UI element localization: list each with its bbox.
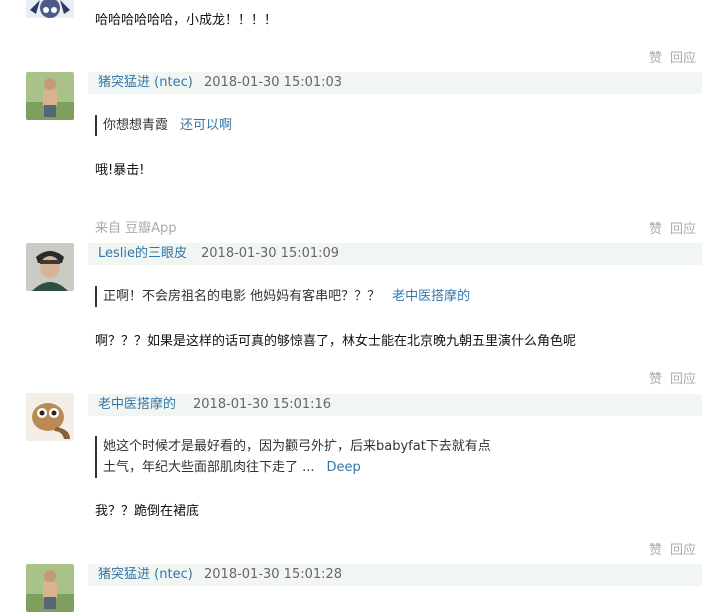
quote-text: 土气，年纪大些面部肌肉往下走了 ... bbox=[103, 460, 315, 475]
author-link[interactable]: 猪突猛进 (ntec) bbox=[98, 72, 193, 94]
quoted-comment: 她这个时候才是最好看的，因为颧弓外扩，后来babyfat下去就有点 土气，年纪大… bbox=[95, 436, 491, 478]
author-handle: (ntec) bbox=[154, 75, 193, 90]
timestamp: 2018-01-30 15:01:09 bbox=[201, 246, 340, 261]
comment-text: 哦!暴击! bbox=[95, 163, 145, 178]
quote-text: 她这个时候才是最好看的，因为颧弓外扩，后来babyfat下去就有点 bbox=[103, 439, 491, 454]
reply-button[interactable]: 回应 bbox=[670, 222, 696, 237]
timestamp: 2018-01-30 15:01:03 bbox=[204, 75, 343, 90]
comment-text: 我？？跪倒在裙底 bbox=[95, 504, 200, 519]
reply-button[interactable]: 回应 bbox=[670, 372, 696, 387]
person-outdoor-avatar-icon bbox=[26, 564, 74, 612]
like-button[interactable]: 赞 bbox=[649, 51, 662, 66]
author-handle: (ntec) bbox=[154, 567, 193, 582]
timestamp: 2018-01-30 15:01:16 bbox=[193, 397, 332, 412]
quote-author-link[interactable]: Deep bbox=[327, 460, 361, 475]
comment-source: 来自 豆瓣App bbox=[95, 221, 177, 236]
like-button[interactable]: 赞 bbox=[649, 543, 662, 558]
like-button[interactable]: 赞 bbox=[649, 222, 662, 237]
comment-actions: 赞回应 bbox=[649, 368, 696, 387]
quote-text: 你想想青霞 bbox=[103, 118, 169, 133]
man-portrait-avatar-icon bbox=[26, 243, 74, 291]
like-button[interactable]: 赞 bbox=[649, 372, 662, 387]
comment-meta: 猪突猛进 (ntec) 2018-01-30 15:01:03 bbox=[88, 72, 702, 94]
cartoon-avatar-icon bbox=[26, 0, 74, 18]
comment-actions: 赞回应 bbox=[649, 539, 696, 558]
quoted-comment: 你想想青霞 还可以啊 bbox=[95, 115, 232, 136]
person-outdoor-avatar-icon bbox=[26, 72, 74, 120]
quote-author-link[interactable]: 老中医搭摩的 bbox=[392, 289, 470, 304]
avatar[interactable] bbox=[26, 393, 74, 441]
avatar[interactable] bbox=[26, 72, 74, 120]
quote-author-link[interactable]: 还可以啊 bbox=[180, 118, 232, 133]
reply-button[interactable]: 回应 bbox=[670, 51, 696, 66]
comment-meta: 老中医搭摩的 2018-01-30 15:01:16 bbox=[88, 394, 702, 416]
comment-meta: 猪突猛进 (ntec) 2018-01-30 15:01:28 bbox=[88, 564, 702, 586]
quoted-comment: 正啊！不会房祖名的电影 他妈妈有客串吧？？？ 老中医搭摩的 bbox=[95, 286, 470, 307]
timestamp: 2018-01-30 15:01:28 bbox=[204, 567, 343, 582]
quote-text: 正啊！不会房祖名的电影 他妈妈有客串吧？？？ bbox=[103, 289, 381, 304]
avatar[interactable] bbox=[26, 243, 74, 291]
comment-meta: Leslie的三眼皮 2018-01-30 15:01:09 bbox=[88, 243, 702, 265]
lemur-avatar-icon bbox=[26, 393, 74, 441]
author-link[interactable]: Leslie的三眼皮 bbox=[98, 243, 187, 265]
comment-text: 啊？？？如果是这样的话可真的够惊喜了，林女士能在北京晚九朝五里演什么角色呢 bbox=[95, 334, 577, 349]
comment-text: 哈哈哈哈哈哈，小成龙！！！！ bbox=[95, 13, 278, 28]
avatar[interactable] bbox=[26, 564, 74, 612]
comment-actions: 赞回应 bbox=[649, 47, 696, 66]
author-link[interactable]: 老中医搭摩的 bbox=[98, 394, 176, 416]
avatar[interactable] bbox=[26, 0, 74, 18]
comment-actions: 赞回应 bbox=[649, 218, 696, 237]
author-link[interactable]: 猪突猛进 (ntec) bbox=[98, 564, 193, 586]
reply-button[interactable]: 回应 bbox=[670, 543, 696, 558]
